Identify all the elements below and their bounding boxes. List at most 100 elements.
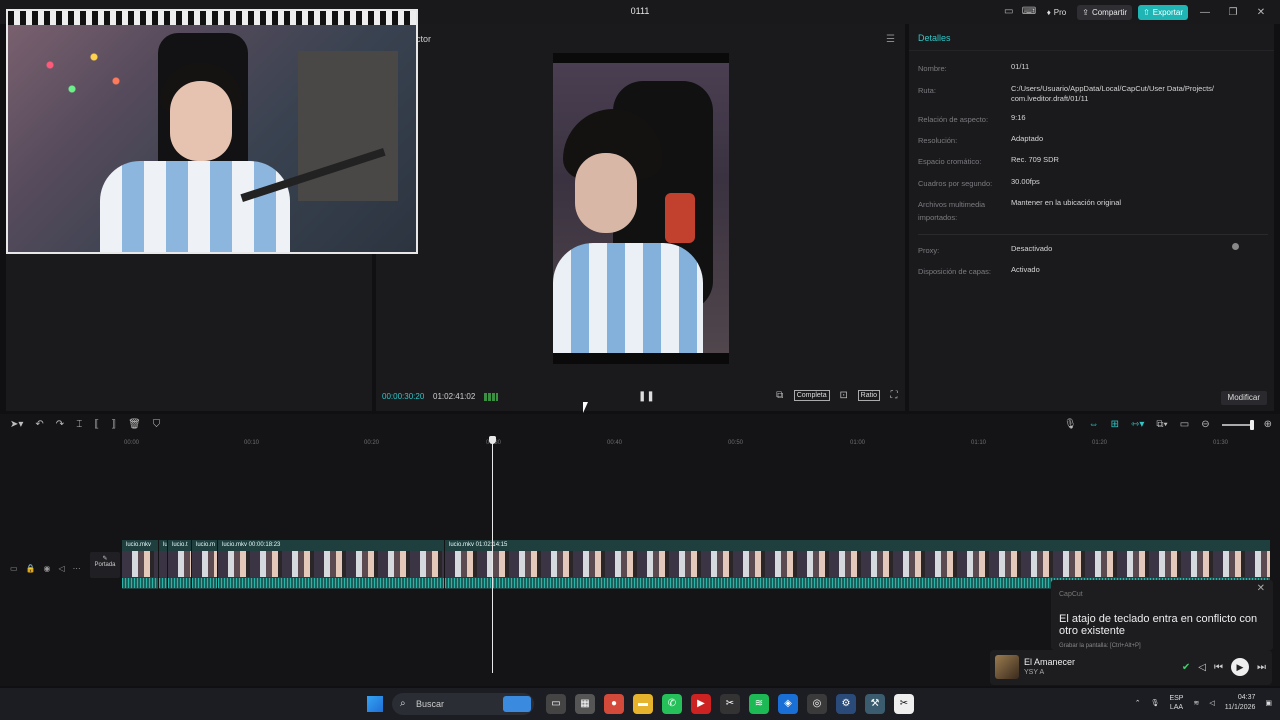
share-button[interactable]: ⇪ Compartir: [1077, 4, 1133, 20]
store-icon[interactable]: ▦: [575, 694, 595, 714]
share-icon: ⇪: [1082, 7, 1089, 17]
details-tab[interactable]: Detalles: [918, 33, 951, 43]
quality-button[interactable]: Ratio: [857, 390, 880, 401]
focus-icon[interactable]: ⊡: [838, 390, 850, 401]
play-button[interactable]: ▶: [1231, 658, 1249, 676]
menu-icon[interactable]: ☰: [886, 34, 895, 45]
zoom-slider[interactable]: [1221, 419, 1254, 430]
ruler-tick: 01:10: [971, 440, 987, 446]
speaker-icon[interactable]: ◁: [1198, 662, 1206, 673]
video-clip[interactable]: lucio.mkv: [122, 540, 158, 589]
split-view-icon[interactable]: ⧉▾: [1156, 419, 1167, 430]
task-view-icon[interactable]: ▭: [546, 694, 566, 714]
waveform-icon[interactable]: [484, 393, 498, 401]
title-bar-actions: ▭ ⌨ ♦ Pro ⇪ Compartir ⇧ Exportar — ❐ ✕: [1002, 4, 1272, 20]
clock[interactable]: 04:37 11/1/2026: [1225, 693, 1256, 713]
wifi-icon[interactable]: ≋: [1193, 699, 1199, 707]
magnet-icon[interactable]: ⊞: [1111, 419, 1119, 430]
close-icon[interactable]: ✕: [1257, 583, 1265, 594]
pro-button[interactable]: ♦ Pro: [1042, 5, 1072, 20]
player-controls: 00:00:30:20 01:02:41:02 ❚❚ ⧉ Completa ⊡ …: [376, 390, 905, 404]
editor-app-icon[interactable]: ◈: [778, 694, 798, 714]
detail-key: Espacio cromático:: [918, 157, 982, 166]
ruler-tick: 00:00: [124, 440, 140, 446]
clock-date: 11/1/2026: [1224, 704, 1256, 711]
taskbar: ⌕ Buscar ▭ ▦ ● ▬ ✆ ▶ ✂ ≋ ◈ ◎ ⚙ ⚒ ✂ ⌃ 🎙 E…: [0, 688, 1280, 720]
notification-bell-icon[interactable]: ▣: [1265, 699, 1272, 707]
lock-icon[interactable]: 🔒: [26, 564, 36, 573]
ratio-button[interactable]: Completa: [793, 390, 830, 401]
chevron-up-icon[interactable]: ⌃: [1135, 699, 1141, 707]
zoom-slider-knob[interactable]: [1249, 419, 1254, 430]
keyboard-icon[interactable]: ⌨: [1022, 5, 1036, 19]
video-clip[interactable]: lucio.mkv 00:00:18:23: [218, 540, 444, 589]
undo-icon[interactable]: ↶: [35, 419, 43, 430]
trim-left-icon[interactable]: ⟦: [94, 419, 99, 430]
detail-value: Rec. 709 SDR: [1011, 155, 1059, 164]
microphone-icon[interactable]: 🎙: [1064, 419, 1077, 430]
pause-icon[interactable]: ❚❚: [638, 391, 655, 402]
volume-icon[interactable]: ◁: [1209, 699, 1214, 707]
detail-key: Disposición de capas:: [918, 267, 991, 276]
modify-button[interactable]: Modificar: [1220, 391, 1267, 405]
detail-value: Adaptado: [1011, 134, 1044, 143]
mic-tray-icon[interactable]: 🎙: [1151, 699, 1160, 707]
minimize-icon[interactable]: —: [1194, 7, 1216, 18]
export-button[interactable]: ⇧ Exportar: [1138, 4, 1188, 20]
capcut-icon[interactable]: ✂: [720, 694, 740, 714]
eye-icon[interactable]: ◉: [44, 564, 51, 573]
windows-start-icon[interactable]: [367, 696, 383, 712]
select-tool-icon[interactable]: ➤▾: [10, 419, 23, 430]
track-icon[interactable]: ▭: [10, 564, 18, 573]
restore-icon[interactable]: ❐: [1222, 7, 1244, 18]
proxy-toggle[interactable]: [1232, 243, 1239, 250]
zoom-out-icon[interactable]: ⊖: [1201, 419, 1209, 430]
whatsapp-icon[interactable]: ✆: [662, 694, 682, 714]
layout-icon[interactable]: ▭: [1002, 5, 1016, 19]
zoom-fit-icon[interactable]: ⊕: [1264, 419, 1272, 430]
shield-icon[interactable]: ⛉: [153, 419, 161, 430]
search-icon: ⌕: [400, 698, 406, 709]
upload-icon: ⇧: [1143, 7, 1150, 17]
chrome-icon[interactable]: ●: [604, 694, 624, 714]
video-clip[interactable]: lu: [159, 540, 167, 589]
more-icon[interactable]: ⋯: [73, 564, 81, 573]
caption-icon[interactable]: ▭: [1180, 419, 1189, 430]
split-icon[interactable]: ⌶: [76, 419, 82, 430]
steam-icon[interactable]: ⚙: [836, 694, 856, 714]
detail-value: 30.00fps: [1011, 177, 1040, 186]
video-preview[interactable]: [553, 53, 729, 364]
search-label: Buscar: [416, 699, 445, 709]
language-region: LAA: [1169, 704, 1184, 711]
video-app-icon[interactable]: ▶: [691, 694, 711, 714]
previous-icon[interactable]: ⏮: [1214, 662, 1223, 673]
taskbar-search[interactable]: ⌕ Buscar: [392, 693, 534, 715]
video-clip[interactable]: lucio.m: [192, 540, 217, 589]
album-art: [995, 655, 1019, 679]
capcut-active-icon[interactable]: ✂: [894, 694, 914, 714]
trim-right-icon[interactable]: ⟧: [111, 419, 116, 430]
redo-icon[interactable]: ↷: [56, 419, 64, 430]
settings-app-icon[interactable]: ⚒: [865, 694, 885, 714]
detail-key: Cuadros por segundo:: [918, 179, 993, 188]
crop-icon[interactable]: ⧉: [774, 390, 786, 401]
cover-button[interactable]: ✎ Portada: [90, 552, 120, 578]
timeline-ruler[interactable]: 00:00 00:10 00:20 00:30 00:40 00:50 01:0…: [0, 438, 1280, 448]
playhead[interactable]: [489, 436, 496, 673]
delete-icon[interactable]: 🗑: [128, 419, 141, 430]
recorder-icon[interactable]: ◎: [807, 694, 827, 714]
fullscreen-icon[interactable]: ⛶: [888, 390, 900, 401]
snap-icon[interactable]: ⇿▾: [1131, 419, 1144, 430]
check-icon[interactable]: ✔: [1182, 662, 1190, 673]
video-clip[interactable]: lucio.t: [168, 540, 191, 589]
notification-app: CapCut: [1059, 591, 1083, 598]
language-indicator[interactable]: ESP LAA: [1169, 694, 1183, 712]
folder-icon[interactable]: ▬: [633, 694, 653, 714]
link-icon[interactable]: ⇔: [1089, 419, 1099, 430]
spotify-icon[interactable]: ≋: [749, 694, 769, 714]
audio-icon[interactable]: ◁: [59, 564, 65, 573]
ruler-tick: 00:40: [607, 440, 623, 446]
mouse-cursor: [583, 402, 588, 413]
next-icon[interactable]: ⏭: [1257, 662, 1266, 673]
close-icon[interactable]: ✕: [1250, 7, 1272, 18]
